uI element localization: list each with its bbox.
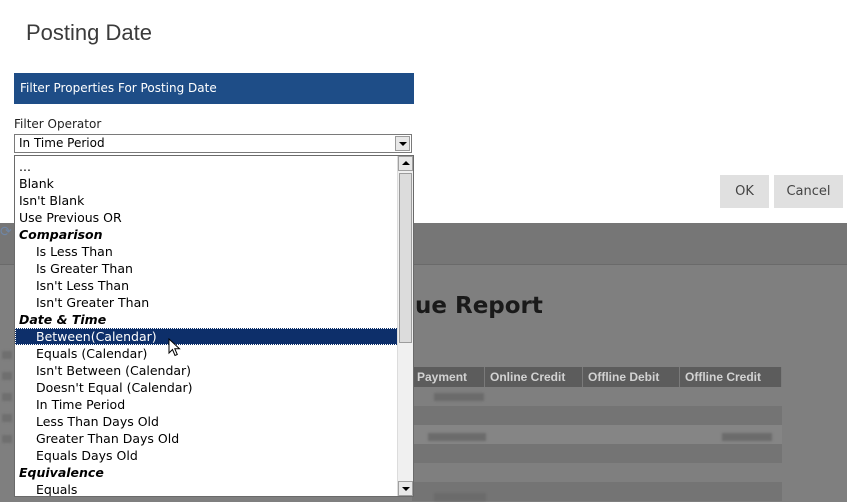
report-title: ue Report — [415, 293, 543, 319]
dropdown-option[interactable]: Equals — [15, 481, 398, 496]
chevron-down-icon — [402, 487, 410, 491]
dropdown-option[interactable]: Blank — [15, 175, 398, 192]
refresh-icon: ⟳ — [0, 224, 12, 240]
scroll-down-button[interactable] — [398, 481, 413, 496]
chevron-down-icon — [399, 142, 407, 146]
dropdown-option[interactable]: Isn't Greater Than — [15, 294, 398, 311]
dialog-title: Posting Date — [26, 20, 152, 45]
dropdown-option[interactable]: Is Less Than — [15, 243, 398, 260]
dropdown-option[interactable]: ... — [15, 158, 398, 175]
dropdown-option[interactable]: Less Than Days Old — [15, 413, 398, 430]
filter-operator-label: Filter Operator — [14, 117, 102, 131]
dropdown-option[interactable]: Greater Than Days Old — [15, 430, 398, 447]
col-payment: Payment — [412, 367, 485, 387]
listbox-scrollbar[interactable] — [397, 156, 413, 496]
dropdown-option[interactable]: Doesn't Equal (Calendar) — [15, 379, 398, 396]
ok-button[interactable]: OK — [720, 175, 769, 208]
dropdown-option[interactable]: Isn't Between (Calendar) — [15, 362, 398, 379]
col-offline-credit: Offline Credit — [680, 367, 782, 387]
filter-operator-select[interactable]: In Time Period — [14, 134, 412, 153]
option-group-header: Comparison — [19, 227, 103, 242]
cancel-button[interactable]: Cancel — [774, 175, 843, 208]
dropdown-option[interactable]: Between(Calendar) — [15, 328, 398, 345]
col-online-credit: Online Credit — [485, 367, 583, 387]
dropdown-option[interactable]: In Time Period — [15, 396, 398, 413]
filter-operator-listbox[interactable]: ... Blank Isn't Blank Use Previous OR Compar… — [14, 155, 414, 497]
dropdown-option[interactable]: Equals (Calendar) — [15, 345, 398, 362]
scroll-up-button[interactable] — [398, 156, 413, 171]
scroll-thumb[interactable] — [399, 173, 412, 343]
filter-properties-header: Filter Properties For Posting Date — [14, 73, 414, 104]
option-group-header: Equivalence — [19, 465, 104, 480]
dropdown-option[interactable]: Use Previous OR — [15, 209, 398, 226]
mouse-pointer-icon — [168, 338, 181, 357]
dropdown-option[interactable]: Isn't Less Than — [15, 277, 398, 294]
dropdown-option[interactable]: Isn't Blank — [15, 192, 398, 209]
filter-operator-value: In Time Period — [19, 136, 105, 150]
dropdown-option[interactable]: Is Greater Than — [15, 260, 398, 277]
report-table: Payment Online Credit Offline Debit Offl… — [412, 367, 782, 502]
dropdown-option[interactable]: Equals Days Old — [15, 447, 398, 464]
option-list: ... Blank Isn't Blank Use Previous OR Compar… — [15, 158, 398, 496]
table-row — [412, 463, 782, 482]
option-group-header: Date & Time — [19, 312, 107, 327]
dropdown-button[interactable] — [395, 136, 410, 151]
chevron-up-icon — [402, 161, 410, 165]
report-table-header: Payment Online Credit Offline Debit Offl… — [412, 367, 782, 387]
col-offline-debit: Offline Debit — [583, 367, 680, 387]
table-row — [412, 444, 782, 463]
table-row — [412, 406, 782, 425]
